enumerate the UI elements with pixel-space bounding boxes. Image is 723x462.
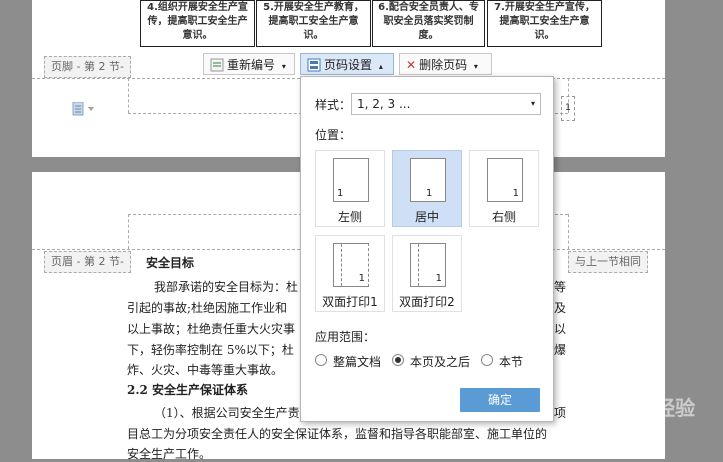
page-number-settings-button[interactable]: 页码设置 ▴ bbox=[300, 53, 394, 75]
position-center-label: 居中 bbox=[414, 210, 439, 224]
position-duplex1-option[interactable]: 1 双面打印1 bbox=[315, 235, 385, 312]
para-1-line-2-end: 及 bbox=[554, 301, 567, 315]
style-label: 样式： bbox=[315, 98, 352, 112]
para-1-line-1: 我部承诺的安全目标为：杜 bbox=[154, 280, 299, 294]
flow-box-5: 5.开展安全生产教育，提高职工安全生产意识。 bbox=[256, 0, 371, 47]
heading-safety-goal: 安全目标 bbox=[146, 256, 195, 270]
header-line-right bbox=[568, 214, 569, 249]
heading-safety-system: 2.2 安全生产保证体系 bbox=[127, 383, 249, 397]
scope-this-page-after-radio[interactable] bbox=[392, 354, 404, 366]
document-icon[interactable] bbox=[72, 101, 96, 116]
position-duplex2-label: 双面打印2 bbox=[399, 295, 455, 309]
delete-dropdown-icon: ▾ bbox=[473, 62, 478, 71]
position-duplex2-option[interactable]: 1 双面打印2 bbox=[392, 235, 462, 312]
para-1-line-4: 下，轻伤率控制在 5%以下；杜 bbox=[127, 343, 294, 357]
footer-page-number[interactable]: 1 bbox=[561, 96, 575, 121]
position-center-option[interactable]: 1 居中 bbox=[392, 150, 462, 227]
position-right-thumb: 1 bbox=[487, 158, 523, 202]
position-left-option[interactable]: 1 左侧 bbox=[315, 150, 385, 227]
para-2-line-3: 安全生产工作。 bbox=[127, 447, 212, 461]
position-label: 位置： bbox=[315, 128, 352, 142]
header-section-label: 页眉 - 第 2 节- bbox=[44, 251, 131, 273]
header-line-left bbox=[128, 214, 129, 249]
renumber-icon bbox=[210, 57, 224, 72]
page-number-settings-panel: 样式： 1, 2, 3 ... ▾ 位置： 1 左侧 1 居中 1 右侧 1 双… bbox=[300, 76, 554, 422]
para-1-line-2: 引起的事故;杜绝因施工作业和 bbox=[127, 301, 288, 315]
para-1-line-5: 炸、火灾、中毒等重大事故。 bbox=[127, 363, 284, 377]
para-1-line-4-end: 爆 bbox=[554, 343, 567, 357]
position-duplex1-label: 双面打印1 bbox=[322, 295, 378, 309]
flow-box-6: 6.配合安全员责人、专职安全员落实奖罚制度。 bbox=[372, 0, 485, 47]
position-center-thumb: 1 bbox=[410, 158, 446, 202]
position-duplex1-thumb: 1 bbox=[333, 243, 369, 287]
scope-this-page-after-label[interactable]: 本页及之后 bbox=[410, 353, 470, 370]
scope-this-section-radio[interactable] bbox=[481, 354, 493, 366]
ok-button[interactable]: 确定 bbox=[460, 388, 540, 412]
para-2-line-1: （1）、根据公司安全生产责 bbox=[154, 406, 300, 420]
position-duplex2-thumb: 1 bbox=[410, 243, 446, 287]
position-right-label: 右侧 bbox=[491, 210, 516, 224]
footer-section-label: 页脚 - 第 2 节- bbox=[44, 56, 131, 78]
delete-page-number-label: 删除页码 bbox=[419, 58, 468, 72]
para-2-line-2: 目总工为分项安全责任人的安全保证体系，监督和指导各职能部室、施工单位的 bbox=[127, 427, 548, 441]
page-number-dropdown-icon: ▴ bbox=[378, 62, 383, 71]
para-2-line-1-end: 项 bbox=[554, 406, 567, 420]
delete-page-number-button[interactable]: ✕ 删除页码 ▾ bbox=[399, 53, 492, 75]
scope-whole-doc-radio[interactable] bbox=[315, 354, 327, 366]
para-1-line-1-end: 等 bbox=[554, 280, 567, 294]
style-value: 1, 2, 3 ... bbox=[357, 97, 411, 111]
para-1-line-3: 以上事故；杜绝责任重大火灾事 bbox=[127, 322, 296, 336]
renumber-dropdown-icon: ▾ bbox=[281, 62, 286, 71]
para-1-line-3-end: 以 bbox=[554, 322, 567, 336]
footer-line-left bbox=[128, 78, 129, 113]
page-number-icon bbox=[307, 57, 321, 72]
position-right-option[interactable]: 1 右侧 bbox=[469, 150, 539, 227]
renumber-label: 重新编号 bbox=[227, 58, 276, 72]
style-select[interactable]: 1, 2, 3 ... ▾ bbox=[351, 93, 541, 115]
scope-whole-doc-label[interactable]: 整篇文档 bbox=[333, 353, 381, 370]
baidu-watermark: Baidu 经验 bbox=[584, 396, 696, 420]
position-left-label: 左侧 bbox=[337, 210, 362, 224]
renumber-button[interactable]: 重新编号 ▾ bbox=[203, 53, 295, 75]
position-left-thumb: 1 bbox=[333, 158, 369, 202]
same-as-previous-label: 与上一节相同 bbox=[568, 251, 648, 273]
delete-icon: ✕ bbox=[406, 58, 417, 72]
scope-label: 应用范围： bbox=[315, 330, 376, 344]
scope-this-section-label[interactable]: 本节 bbox=[499, 353, 523, 370]
select-dropdown-icon: ▾ bbox=[530, 99, 535, 108]
flow-box-4: 4.组织开展安全生产宣传，提高职工安全生产意识。 bbox=[140, 0, 255, 47]
page-number-settings-label: 页码设置 bbox=[324, 58, 373, 72]
flow-box-7: 7.开展安全生产宣传，提高职工安全生产意识。 bbox=[487, 0, 602, 47]
